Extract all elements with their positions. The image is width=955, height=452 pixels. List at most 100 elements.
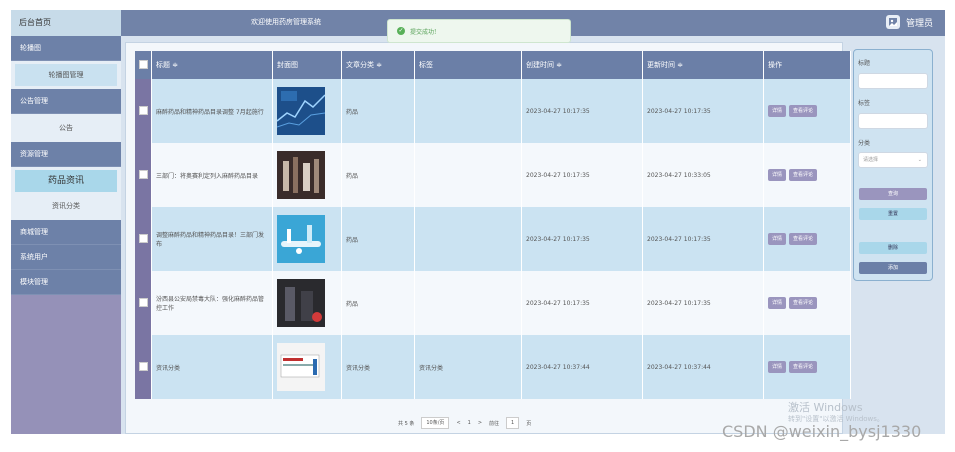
row-updated: 2023-04-27 10:17:35 xyxy=(642,207,764,271)
filter-title-input[interactable] xyxy=(858,73,928,89)
detail-button[interactable]: 详情 xyxy=(768,169,787,181)
select-all-checkbox[interactable] xyxy=(135,51,152,79)
prev-page-button[interactable]: < xyxy=(456,420,460,426)
row-updated: 2023-04-27 10:37:44 xyxy=(642,335,764,399)
menu-group-notice[interactable]: 公告管理 xyxy=(11,89,121,114)
row-checkbox[interactable] xyxy=(135,207,152,271)
next-page-button[interactable]: > xyxy=(478,420,482,426)
sidebar: 后台首页 轮播图 轮播图管理 公告管理 公告 资源管理 药品资讯 资讯分类 商城… xyxy=(11,10,121,434)
check-icon: ✓ xyxy=(397,27,405,35)
row-category: 药品 xyxy=(341,271,415,335)
col-created[interactable]: 创建时间 ≑ xyxy=(521,51,643,79)
detail-button[interactable]: 详情 xyxy=(768,297,787,309)
menu-item-notice[interactable]: 公告 xyxy=(15,117,117,139)
row-checkbox[interactable] xyxy=(135,143,152,207)
reset-button[interactable]: 重置 xyxy=(859,208,927,220)
app-window: 后台首页 轮播图 轮播图管理 公告管理 公告 资源管理 药品资讯 资讯分类 商城… xyxy=(11,10,945,434)
filter-panel: 标题 标签 分类 请选择 ⌄ 查询 重置 删除 添加 xyxy=(853,49,933,281)
detail-button[interactable]: 详情 xyxy=(768,233,787,245)
current-page[interactable]: 1 xyxy=(468,420,471,426)
chevron-down-icon: ⌄ xyxy=(917,157,922,163)
row-title: 汾西县公安局禁毒大队：强化麻醉药品管控工作 xyxy=(151,271,273,335)
row-cover xyxy=(272,335,342,399)
row-category: 药品 xyxy=(341,143,415,207)
avatar-icon xyxy=(885,15,900,29)
row-title: 三部门：将奥赛利定列入麻醉药品目录 xyxy=(151,143,273,207)
windows-watermark: 激活 Windows xyxy=(788,401,863,414)
view-comment-button[interactable]: 查看评论 xyxy=(789,105,818,117)
page-size-select[interactable]: 10条/页 xyxy=(421,417,450,429)
row-ops: 详情 查看评论 xyxy=(763,79,851,143)
menu-item-news-category[interactable]: 资讯分类 xyxy=(15,195,117,217)
toast-message: 提交成功! xyxy=(410,28,437,36)
row-cover xyxy=(272,143,342,207)
col-category[interactable]: 文章分类 ≑ xyxy=(341,51,415,79)
detail-button[interactable]: 详情 xyxy=(768,105,787,117)
menu-group-carousel[interactable]: 轮播图 xyxy=(11,36,121,61)
csdn-watermark: CSDN @weixin_bysj1330 xyxy=(722,422,922,441)
view-comment-button[interactable]: 查看评论 xyxy=(789,297,818,309)
row-title: 资讯分类 xyxy=(151,335,273,399)
row-category: 药品 xyxy=(341,79,415,143)
goto-label: 前往 xyxy=(489,420,500,427)
table-row: 调整麻醉药品和精神药品目录！三部门发布 药品 2023-04-27 10:17:… xyxy=(135,207,851,271)
main-content: 标题 ≑ 封面图 文章分类 ≑ 标签 创建时间 ≑ 更新时间 ≑ 操作 麻醉药品… xyxy=(125,42,851,434)
menu-item-drug-news[interactable]: 药品资讯 xyxy=(15,170,117,192)
menu-group-resource[interactable]: 资源管理 xyxy=(11,142,121,167)
cover-image xyxy=(277,215,325,263)
detail-button[interactable]: 详情 xyxy=(768,361,787,373)
news-table: 标题 ≑ 封面图 文章分类 ≑ 标签 创建时间 ≑ 更新时间 ≑ 操作 麻醉药品… xyxy=(135,51,851,399)
col-ops: 操作 xyxy=(763,51,851,79)
row-tag xyxy=(414,143,522,207)
row-updated: 2023-04-27 10:17:35 xyxy=(642,271,764,335)
menu-group-shop[interactable]: 商城管理 xyxy=(11,220,121,245)
admin-menu[interactable]: 管理员 xyxy=(885,15,933,29)
col-title[interactable]: 标题 ≑ xyxy=(151,51,273,79)
col-tag: 标签 xyxy=(414,51,522,79)
row-tag xyxy=(414,79,522,143)
menu-item-carousel-manage[interactable]: 轮播图管理 xyxy=(15,64,117,86)
filter-category-select[interactable]: 请选择 ⌄ xyxy=(858,152,928,168)
sidebar-brand[interactable]: 后台首页 xyxy=(11,10,121,36)
view-comment-button[interactable]: 查看评论 xyxy=(789,361,818,373)
col-cover: 封面图 xyxy=(272,51,342,79)
cover-image xyxy=(277,279,325,327)
menu-group-modules[interactable]: 模块管理 xyxy=(11,270,121,295)
row-title: 麻醉药品和精神药品目录调整 7月起施行 xyxy=(151,79,273,143)
pagination: 共 5 条 10条/页 < 1 > 前往 1 页 xyxy=(398,417,531,429)
filter-tag-input[interactable] xyxy=(858,113,928,129)
row-ops: 详情 查看评论 xyxy=(763,335,851,399)
row-checkbox[interactable] xyxy=(135,79,152,143)
delete-button[interactable]: 删除 xyxy=(859,242,927,254)
add-button[interactable]: 添加 xyxy=(859,262,927,274)
page-suffix: 页 xyxy=(526,420,532,427)
filter-category-label: 分类 xyxy=(858,140,871,147)
filter-category-placeholder: 请选择 xyxy=(863,157,879,163)
menu-group-system-users[interactable]: 系统用户 xyxy=(11,245,121,270)
cover-image xyxy=(277,87,325,135)
row-ops: 详情 查看评论 xyxy=(763,271,851,335)
filter-title-label: 标题 xyxy=(858,60,871,67)
col-updated[interactable]: 更新时间 ≑ xyxy=(642,51,764,79)
row-updated: 2023-04-27 10:33:05 xyxy=(642,143,764,207)
cover-image xyxy=(277,343,325,391)
row-checkbox[interactable] xyxy=(135,335,152,399)
row-tag xyxy=(414,271,522,335)
row-updated: 2023-04-27 10:17:35 xyxy=(642,79,764,143)
view-comment-button[interactable]: 查看评论 xyxy=(789,233,818,245)
row-ops: 详情 查看评论 xyxy=(763,207,851,271)
view-comment-button[interactable]: 查看评论 xyxy=(789,169,818,181)
row-cover xyxy=(272,271,342,335)
welcome-text: 欢迎使用药房管理系统 xyxy=(251,18,321,26)
pager-total: 共 5 条 xyxy=(398,420,415,427)
table-row: 麻醉药品和精神药品目录调整 7月起施行 药品 2023-04-27 10:17:… xyxy=(135,79,851,143)
success-toast: ✓ 提交成功! xyxy=(387,19,571,43)
goto-page-input[interactable]: 1 xyxy=(506,417,520,429)
row-cover xyxy=(272,207,342,271)
table-row: 资讯分类 资讯分类 资讯分类 2023-04-27 10:37:44 2023-… xyxy=(135,335,851,399)
filter-tag-label: 标签 xyxy=(858,100,871,107)
row-created: 2023-04-27 10:17:35 xyxy=(521,271,643,335)
row-checkbox[interactable] xyxy=(135,271,152,335)
search-button[interactable]: 查询 xyxy=(859,188,927,200)
row-created: 2023-04-27 10:17:35 xyxy=(521,79,643,143)
